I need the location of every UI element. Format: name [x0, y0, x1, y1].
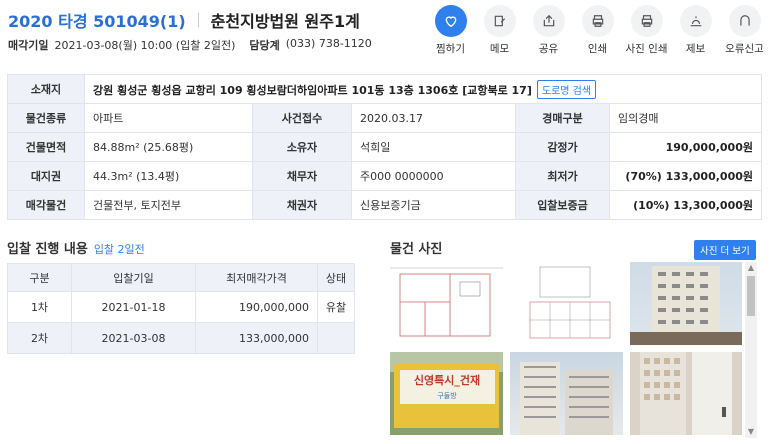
col-header: 상태 [317, 263, 355, 292]
auction-type-label: 경매구분 [515, 103, 610, 133]
scroll-up-icon[interactable]: ▲ [745, 262, 757, 274]
divider [197, 13, 199, 27]
print-icon [592, 15, 603, 27]
bid-section-title: 입찰 진행 내용 입찰 2일전 [7, 238, 145, 257]
bid-subtitle: 입찰 2일전 [93, 243, 145, 256]
error-report-label: 오류신고 [725, 43, 764, 55]
area-label: 건물면적 [7, 132, 85, 162]
deposit-label: 입찰보증금 [515, 190, 610, 220]
land-value: 44.3m² (13.4평) [84, 161, 253, 191]
owner-value: 석희일 [351, 132, 516, 162]
price-cell: 133,000,000 [195, 322, 318, 354]
status-cell: 유찰 [317, 291, 355, 323]
min-price-label: 최저가 [515, 161, 610, 191]
appraisal-label: 감정가 [515, 132, 610, 162]
bid-history-table: 구분 입찰기일 최저매각가격 상태 1차 2021-01-18 190,000,… [7, 263, 355, 354]
more-photos-button[interactable]: 사진 더 보기 [694, 240, 756, 260]
location-label: 소재지 [7, 74, 85, 104]
favorite-button[interactable]: 찜하기 [426, 5, 475, 56]
court-name: 춘천지방법원 원주1계 [210, 12, 360, 31]
col-header: 구분 [7, 263, 72, 292]
property-info-table: 소재지 강원 횡성군 횡성읍 교항리 109 횡성보람더하임아파트 101동 1… [7, 74, 762, 220]
type-value: 아파트 [84, 103, 253, 133]
owner-label: 소유자 [252, 132, 352, 162]
scroll-thumb[interactable] [747, 276, 755, 316]
date-cell: 2021-03-08 [71, 322, 196, 354]
memo-label: 메모 [489, 43, 510, 55]
photo-section-title: 물건 사진 [390, 242, 443, 257]
photo-entrance-door[interactable] [630, 352, 742, 435]
creditor-value: 신용보증기금 [351, 190, 516, 220]
dept-phone: (033) 738-1120 [285, 37, 372, 50]
location-value: 강원 횡성군 횡성읍 교항리 109 횡성보람더하임아파트 101동 13층 1… [93, 83, 532, 97]
print-button[interactable]: 인쇄 [573, 5, 622, 56]
col-header: 최저매각가격 [195, 263, 318, 292]
land-label: 대지권 [7, 161, 85, 191]
photo-scrollbar[interactable]: ▲ ▼ [745, 262, 757, 438]
creditor-label: 채권자 [252, 190, 352, 220]
header: 2020 타경 501049(1) 춘천지방법원 원주1계 매각기일 2021-… [8, 6, 428, 53]
dept-label: 담당계 [249, 39, 280, 52]
bid-header-row: 구분 입찰기일 최저매각가격 상태 [7, 263, 355, 292]
photo-apartment-complex[interactable] [510, 352, 623, 435]
deposit-value: (10%) 13,300,000원 [609, 190, 762, 220]
sale-item-value: 건물전부, 토지전부 [84, 190, 253, 220]
report-button[interactable]: 제보 [671, 5, 720, 56]
receipt-label: 사건접수 [252, 103, 352, 133]
heart-icon [445, 16, 456, 28]
price-cell: 190,000,000 [195, 291, 318, 323]
debtor-label: 채무자 [252, 161, 352, 191]
round-cell: 2차 [7, 322, 72, 354]
sale-item-label: 매각물건 [7, 190, 85, 220]
area-value: 84.88m² (25.68평) [84, 132, 253, 162]
error-report-button[interactable]: 오류신고 [720, 5, 769, 56]
type-label: 물건종류 [7, 103, 85, 133]
share-label: 공유 [538, 43, 559, 55]
share-icon [543, 14, 554, 27]
scroll-down-icon[interactable]: ▼ [745, 426, 757, 438]
col-header: 입찰기일 [71, 263, 196, 292]
round-cell: 1차 [7, 291, 72, 323]
photo-floorplan[interactable] [390, 262, 503, 345]
photo-siteplan[interactable] [510, 262, 623, 345]
table-row: 2차 2021-03-08 133,000,000 [7, 322, 355, 354]
photo-print-button[interactable]: 사진 인쇄 [622, 5, 671, 56]
memo-button[interactable]: 메모 [475, 5, 524, 56]
banner-text: 신영특시_건재 [414, 373, 480, 387]
sale-date-label: 매각기일 [8, 39, 49, 52]
share-button[interactable]: 공유 [524, 5, 573, 56]
receipt-value: 2020.03.17 [351, 103, 516, 133]
photo-print-icon [641, 15, 652, 27]
photo-print-label: 사진 인쇄 [625, 43, 668, 55]
road-search-button[interactable]: 도로명 검색 [536, 79, 597, 99]
case-number: 2020 타경 501049(1) [8, 12, 186, 31]
error-report-icon [739, 15, 750, 26]
action-toolbar: 찜하기 메모 공유 인쇄 사진 인쇄 제보 오류신고 [426, 5, 769, 56]
status-cell [317, 322, 355, 354]
min-price-value: (70%) 133,000,000원 [609, 161, 762, 191]
photo-banner[interactable]: 신영특시_건재 구들방 [390, 352, 503, 435]
bid-title-text: 입찰 진행 내용 [7, 242, 88, 257]
memo-icon [494, 15, 505, 27]
table-row: 1차 2021-01-18 190,000,000 유찰 [7, 291, 355, 323]
report-label: 제보 [685, 43, 706, 55]
sale-date-value: 2021-03-08(월) 10:00 (입찰 2일전) [54, 39, 236, 52]
print-label: 인쇄 [587, 43, 608, 55]
svg-text:구들방: 구들방 [437, 391, 457, 400]
favorite-label: 찜하기 [436, 43, 465, 55]
auction-type-value: 임의경매 [609, 103, 762, 133]
appraisal-value: 190,000,000원 [609, 132, 762, 162]
debtor-value: 주000 0000000 [351, 161, 516, 191]
photo-apartment-exterior[interactable] [630, 262, 742, 345]
report-icon [690, 16, 701, 27]
date-cell: 2021-01-18 [71, 291, 196, 323]
